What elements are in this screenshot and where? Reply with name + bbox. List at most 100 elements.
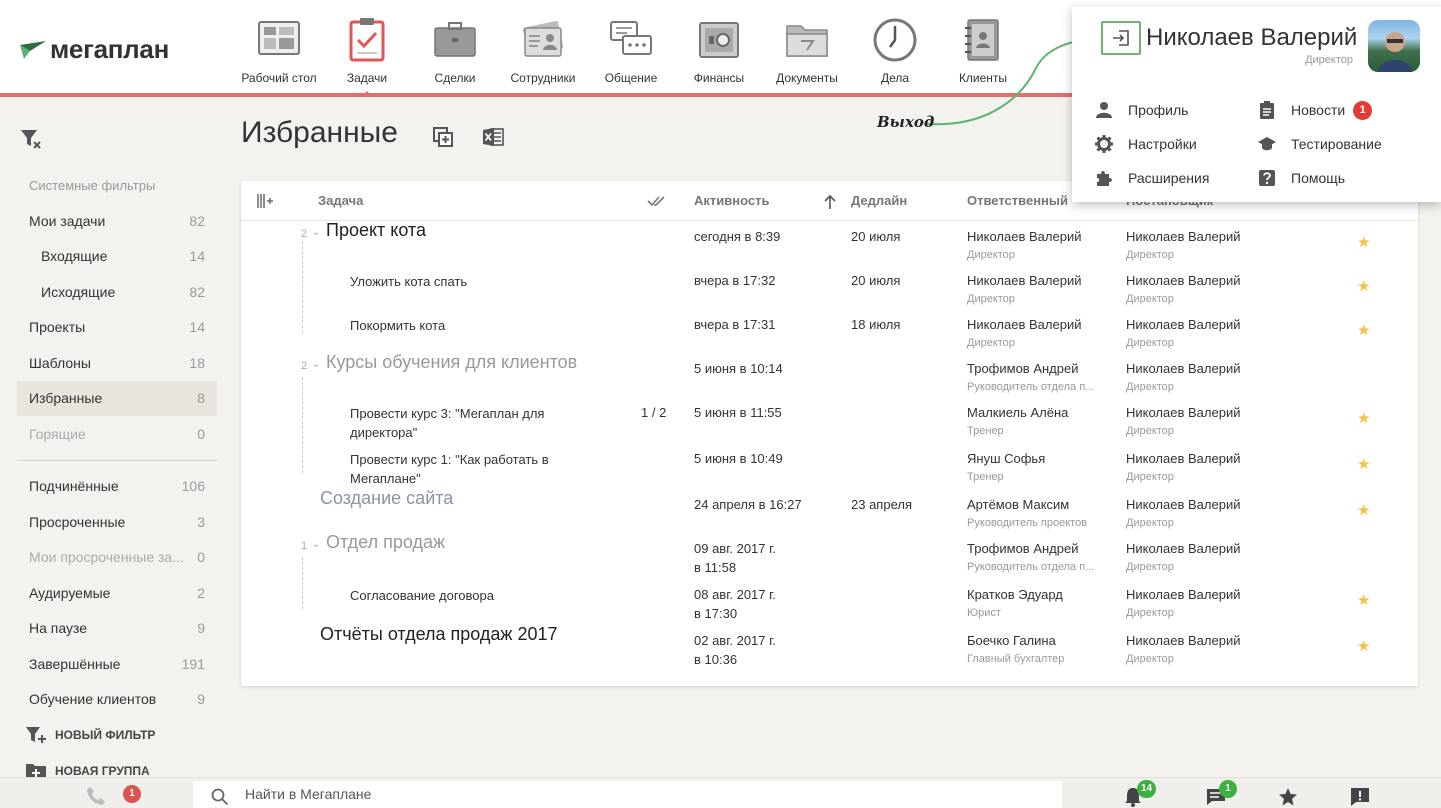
- copy-add-icon[interactable]: [432, 126, 454, 148]
- favorite-star-icon[interactable]: ★: [1357, 591, 1370, 609]
- phone-icon[interactable]: [86, 786, 106, 806]
- project-name[interactable]: Проект кота: [326, 221, 426, 240]
- sidebar-filter-item[interactable]: Шаблоны 18: [17, 345, 217, 381]
- column-header-responsible[interactable]: Ответственный: [967, 193, 1068, 208]
- table-row[interactable]: Провести курс 3: "Мегаплан для директора…: [241, 399, 1418, 443]
- sidebar-filter-item[interactable]: Входящие 14: [17, 239, 217, 275]
- sidebar-filter-item[interactable]: На паузе 9: [17, 611, 217, 647]
- task-name[interactable]: Покормить кота: [350, 316, 590, 335]
- sidebar-filter-item[interactable]: Аудируемые 2: [17, 575, 217, 611]
- project-name[interactable]: Курсы обучения для клиентов: [326, 353, 577, 372]
- author-name[interactable]: Николаев Валерий: [1126, 497, 1240, 512]
- filter-clear-icon[interactable]: [20, 129, 42, 149]
- chevron-down-icon[interactable]: ⌄: [312, 227, 320, 238]
- nav-item-employees-card[interactable]: Сотрудники: [499, 0, 587, 93]
- table-row[interactable]: Отчёты отдела продаж 2017 02 авг. 2017 г.…: [241, 625, 1418, 671]
- messages-badge[interactable]: 1: [1219, 780, 1237, 798]
- nav-item-briefcase[interactable]: Сделки: [411, 0, 499, 93]
- sort-arrow-up-icon[interactable]: [824, 195, 836, 209]
- table-row[interactable]: 1 ⌄ Отдел продаж 09 авг. 2017 г. в 11:58 Троф…: [241, 533, 1418, 579]
- nav-item-folder[interactable]: Документы: [763, 0, 851, 93]
- author-name[interactable]: Николаев Валерий: [1126, 405, 1240, 420]
- column-header-task[interactable]: Задача: [318, 193, 363, 208]
- favorite-star-icon[interactable]: ★: [1357, 233, 1370, 251]
- megaplan-logo[interactable]: мегаплан: [18, 34, 169, 65]
- column-header-deadline[interactable]: Дедлайн: [851, 193, 907, 208]
- task-name[interactable]: Провести курс 3: "Мегаплан для директора…: [350, 404, 590, 442]
- responsible-name[interactable]: Малкиель Алёна: [967, 405, 1068, 420]
- calls-badge[interactable]: 1: [123, 785, 141, 803]
- author-name[interactable]: Николаев Валерий: [1126, 317, 1240, 332]
- nav-item-dashboard[interactable]: Рабочий стол: [235, 0, 323, 93]
- sidebar-filter-item[interactable]: Мои просроченные за... 0: [17, 540, 217, 576]
- new-filter-button[interactable]: НОВЫЙ ФИЛЬТР: [17, 717, 217, 753]
- favorites-star-icon[interactable]: [1278, 787, 1298, 807]
- responsible-name[interactable]: Николаев Валерий: [967, 273, 1081, 288]
- task-name[interactable]: Провести курс 1: "Как работать в Мегапла…: [350, 450, 590, 488]
- profile-menu-news-clipboard[interactable]: Новости 1: [1257, 93, 1382, 127]
- favorite-star-icon[interactable]: ★: [1357, 637, 1370, 655]
- sidebar-filter-item[interactable]: Проекты 14: [17, 310, 217, 346]
- project-name[interactable]: Отдел продаж: [326, 533, 445, 552]
- profile-menu-graduation-cap[interactable]: Тестирование: [1257, 127, 1382, 161]
- nav-item-safe[interactable]: Финансы: [675, 0, 763, 93]
- responsible-name[interactable]: Трофимов Андрей: [967, 361, 1078, 376]
- table-row[interactable]: Провести курс 1: "Как работать в Мегапла…: [241, 445, 1418, 489]
- table-row[interactable]: Покормить кота вчера в 17:31 18 июля Никола…: [241, 311, 1418, 355]
- sidebar-filter-item[interactable]: Подчинённые 106: [17, 469, 217, 505]
- author-name[interactable]: Николаев Валерий: [1126, 273, 1240, 288]
- double-check-icon[interactable]: [647, 195, 665, 207]
- task-name[interactable]: Согласование договора: [350, 586, 590, 605]
- excel-export-icon[interactable]: [482, 126, 504, 148]
- table-row[interactable]: Согласование договора 08 авг. 2017 г. в 17…: [241, 581, 1418, 625]
- favorite-star-icon[interactable]: ★: [1357, 455, 1370, 473]
- responsible-name[interactable]: Николаев Валерий: [967, 317, 1081, 332]
- author-name[interactable]: Николаев Валерий: [1126, 229, 1240, 244]
- sidebar-filter-item[interactable]: Мои задачи 82: [17, 203, 217, 239]
- author-name[interactable]: Николаев Валерий: [1126, 633, 1240, 648]
- global-search[interactable]: [193, 781, 1062, 808]
- sidebar-filter-item[interactable]: Исходящие 82: [17, 274, 217, 310]
- nav-item-tasks-clipboard[interactable]: Задачи: [323, 0, 411, 93]
- search-input[interactable]: [245, 786, 1025, 802]
- logout-button[interactable]: [1101, 21, 1141, 55]
- profile-menu-help[interactable]: Помощь: [1257, 161, 1382, 195]
- sidebar-filter-item[interactable]: Завершённые 191: [17, 646, 217, 682]
- sidebar-filter-item[interactable]: Горящие 0: [17, 416, 217, 452]
- author-name[interactable]: Николаев Валерий: [1126, 451, 1240, 466]
- profile-menu-person[interactable]: Профиль: [1094, 93, 1209, 127]
- table-row[interactable]: 2 ⌄ Проект кота сегодня в 8:39 20 июля Никола…: [241, 221, 1418, 267]
- table-row[interactable]: Уложить кота спать вчера в 17:32 20 июля Ни…: [241, 267, 1418, 311]
- chevron-down-icon[interactable]: ⌄: [312, 539, 320, 550]
- responsible-name[interactable]: Кратков Эдуард: [967, 587, 1063, 602]
- project-name[interactable]: Создание сайта: [320, 489, 453, 508]
- responsible-name[interactable]: Боечко Галина: [967, 633, 1056, 648]
- profile-menu-gear[interactable]: Настройки: [1094, 127, 1209, 161]
- favorite-star-icon[interactable]: ★: [1357, 277, 1370, 295]
- table-row[interactable]: 2 ⌄ Курсы обучения для клиентов 5 июня в 10…: [241, 353, 1418, 399]
- responsible-name[interactable]: Николаев Валерий: [967, 229, 1081, 244]
- notifications-badge[interactable]: 14: [1137, 780, 1157, 798]
- profile-menu-puzzle[interactable]: Расширения: [1094, 161, 1209, 195]
- author-name[interactable]: Николаев Валерий: [1126, 541, 1240, 556]
- chevron-down-icon[interactable]: ⌄: [312, 359, 320, 370]
- profile-name[interactable]: Николаев Валерий: [1146, 24, 1357, 52]
- responsible-name[interactable]: Януш Софья: [967, 451, 1045, 466]
- column-header-activity[interactable]: Активность: [694, 193, 769, 208]
- author-name[interactable]: Николаев Валерий: [1126, 587, 1240, 602]
- project-name[interactable]: Отчёты отдела продаж 2017: [320, 625, 557, 644]
- favorite-star-icon[interactable]: ★: [1357, 321, 1370, 339]
- nav-item-chat[interactable]: Общение: [587, 0, 675, 93]
- sidebar-filter-item[interactable]: Просроченные 3: [17, 504, 217, 540]
- feedback-icon[interactable]: [1350, 787, 1370, 807]
- sidebar-filter-item[interactable]: Обучение клиентов 9: [17, 682, 217, 718]
- responsible-name[interactable]: Трофимов Андрей: [967, 541, 1078, 556]
- favorite-star-icon[interactable]: ★: [1357, 409, 1370, 427]
- task-name[interactable]: Уложить кота спать: [350, 272, 590, 291]
- columns-settings-icon[interactable]: [257, 194, 273, 208]
- avatar[interactable]: [1368, 20, 1420, 72]
- author-name[interactable]: Николаев Валерий: [1126, 361, 1240, 376]
- responsible-name[interactable]: Артёмов Максим: [967, 497, 1069, 512]
- favorite-star-icon[interactable]: ★: [1357, 501, 1370, 519]
- table-row[interactable]: Создание сайта 24 апреля в 16:27 23 апреля…: [241, 489, 1418, 535]
